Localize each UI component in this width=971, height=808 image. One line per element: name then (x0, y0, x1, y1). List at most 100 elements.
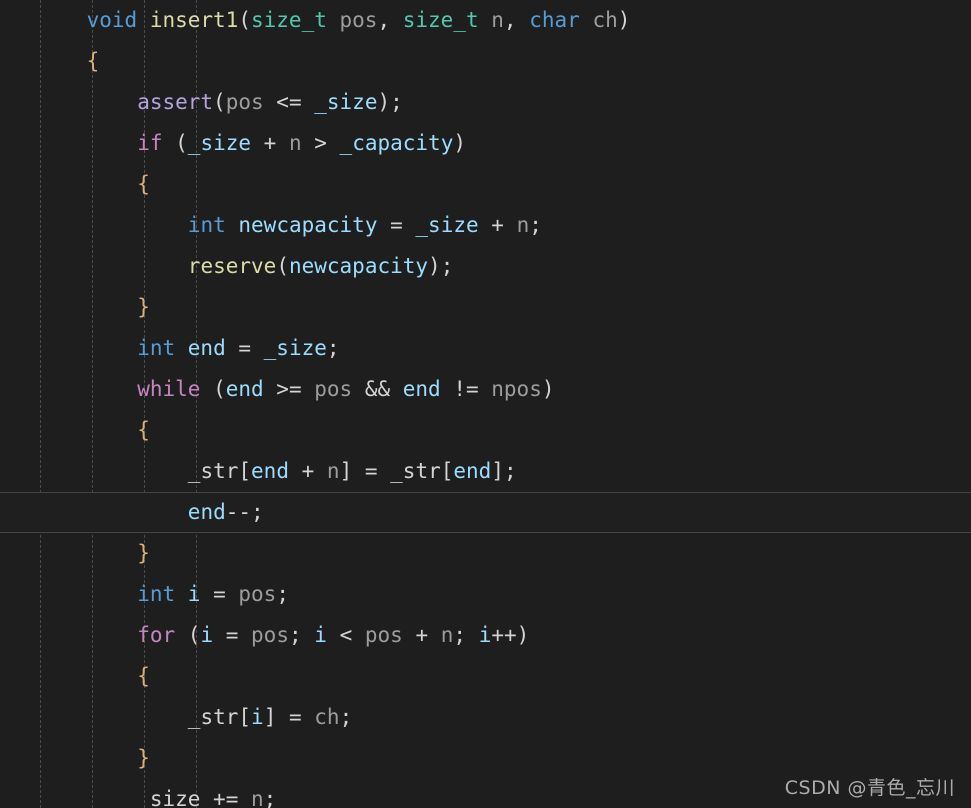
token-punc: ( (276, 254, 289, 278)
token-param: n (326, 459, 340, 483)
token-var: _size (263, 336, 327, 360)
token-punc: ( (175, 131, 188, 155)
code-line[interactable]: } (0, 738, 971, 779)
code-line[interactable]: reserve(newcapacity); (0, 246, 971, 287)
token-param: pos (339, 8, 378, 32)
token-punc: ] (339, 459, 353, 483)
token-op: = (276, 705, 315, 729)
token-param: n (516, 213, 530, 237)
token-op: = (213, 623, 252, 647)
token-brace: { (137, 172, 150, 196)
code-line[interactable]: _str[end + n] = _str[end]; (0, 451, 971, 492)
code-line[interactable]: } (0, 287, 971, 328)
token-kw: int (187, 213, 226, 237)
csdn-watermark: CSDN @青色_忘川 (784, 777, 955, 799)
code-line[interactable]: if (_size + n > _capacity) (0, 123, 971, 164)
token-op: < (326, 623, 365, 647)
token-type: size_t (402, 8, 479, 32)
token-ctrl: for (137, 623, 176, 647)
code-line[interactable]: _str[i] = ch; (0, 697, 971, 738)
token-kw: void (86, 8, 138, 32)
code-line[interactable]: int i = pos; (0, 574, 971, 615)
token-punc: ; (339, 705, 353, 729)
code-line[interactable]: end--; (0, 492, 971, 533)
code-content[interactable]: void insert1(size_t pos, size_t n, char … (0, 0, 971, 808)
token-mem: _str (187, 459, 239, 483)
code-line[interactable]: for (i = pos; i < pos + n; i++) (0, 615, 971, 656)
token-op: >= (263, 377, 315, 401)
token-ctrl: while (137, 377, 201, 401)
code-line-text: if (_size + n > _capacity) (36, 131, 466, 155)
token-punc: ( (238, 8, 251, 32)
token-mem: _size (137, 787, 201, 808)
token-op: + (478, 213, 517, 237)
token-op (175, 582, 188, 606)
code-line-text: { (36, 172, 150, 196)
token-op: = (352, 459, 391, 483)
token-brace: } (137, 746, 150, 770)
code-line-text: } (36, 541, 150, 565)
token-fn: insert1 (149, 8, 239, 32)
code-line[interactable]: assert(pos <= _size); (0, 82, 971, 123)
code-line[interactable]: int end = _size; (0, 328, 971, 369)
code-line[interactable]: { (0, 410, 971, 451)
token-op: + (288, 459, 327, 483)
code-line-text: int end = _size; (36, 336, 340, 360)
token-op (580, 8, 593, 32)
code-line-text: while (end >= pos && end != npos) (36, 377, 554, 401)
token-punc: ] (263, 705, 277, 729)
token-op (175, 336, 188, 360)
token-punc: ( (213, 377, 226, 401)
token-var: newcapacity (288, 254, 429, 278)
token-param: ch (592, 8, 618, 32)
code-line[interactable]: { (0, 41, 971, 82)
token-var: _size (314, 90, 378, 114)
token-op: += (200, 787, 251, 808)
token-var: newcapacity (238, 213, 378, 237)
token-param: pos (314, 377, 353, 401)
token-punc: ]; (491, 459, 517, 483)
token-mem: _str (187, 705, 239, 729)
token-var: end (187, 500, 226, 524)
token-var: _size (415, 213, 479, 237)
code-line[interactable]: void insert1(size_t pos, size_t n, char … (0, 0, 971, 41)
code-line[interactable]: { (0, 164, 971, 205)
token-op: && (352, 377, 403, 401)
code-line-text: int newcapacity = _size + n; (36, 213, 542, 237)
token-op (175, 623, 188, 647)
code-editor[interactable]: void insert1(size_t pos, size_t n, char … (0, 0, 971, 808)
token-mem: _str (390, 459, 441, 483)
token-param: npos (491, 377, 542, 401)
token-punc: , (377, 8, 403, 32)
code-line-text: for (i = pos; i < pos + n; i++) (36, 623, 529, 647)
token-var: end (187, 336, 226, 360)
token-punc: ); (428, 254, 454, 278)
token-punc: ; (326, 336, 340, 360)
token-op: -- (225, 500, 252, 524)
token-punc: ; (453, 623, 479, 647)
token-var: end (251, 459, 289, 483)
token-brace: { (86, 49, 100, 73)
token-var: _size (187, 131, 252, 155)
code-line-text: } (36, 295, 150, 319)
token-op (264, 90, 277, 114)
token-punc: ; (276, 582, 289, 606)
token-var: i (314, 623, 327, 647)
token-punc: ) (453, 131, 466, 155)
code-line[interactable]: { (0, 656, 971, 697)
code-line-text: end--; (36, 500, 264, 524)
token-punc: [ (238, 459, 252, 483)
code-line-text: reserve(newcapacity); (36, 254, 454, 278)
token-punc: ( (187, 623, 201, 647)
code-line[interactable]: } (0, 533, 971, 574)
token-var: i (187, 582, 201, 606)
token-param: n (250, 787, 264, 808)
token-var: _capacity (339, 131, 454, 155)
token-kw: char (529, 8, 580, 32)
code-line[interactable]: int newcapacity = _size + n; (0, 205, 971, 246)
token-op (327, 8, 340, 32)
code-line[interactable]: while (end >= pos && end != npos) (0, 369, 971, 410)
token-brace: { (137, 418, 150, 442)
token-type: size_t (251, 8, 327, 32)
token-punc: ; (263, 787, 277, 808)
